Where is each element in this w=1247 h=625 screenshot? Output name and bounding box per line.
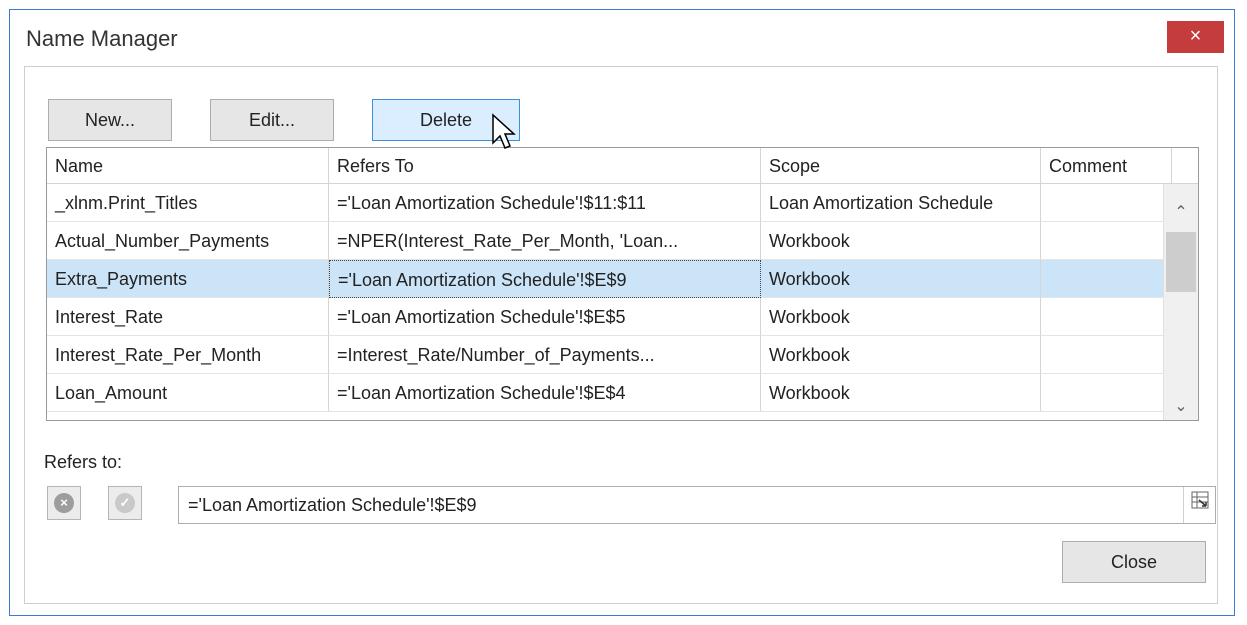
new-button[interactable]: New... [48,99,172,141]
mouse-pointer-icon [492,113,516,149]
cell-scope: Loan Amortization Schedule [761,184,1041,222]
cell-scope: Workbook [761,222,1041,260]
cell-refers-to: =NPER(Interest_Rate_Per_Month, 'Loan... [329,222,761,260]
collapse-dialog-button[interactable] [1183,487,1216,523]
cell-comment [1041,260,1172,298]
cell-name: Interest_Rate [47,298,329,336]
table-row[interactable]: Interest_Rate ='Loan Amortization Schedu… [47,298,1172,336]
column-header-comment[interactable]: Comment [1041,148,1172,184]
close-button[interactable]: Close [1062,541,1206,583]
table-row[interactable]: Interest_Rate_Per_Month =Interest_Rate/N… [47,336,1172,374]
cell-name: Loan_Amount [47,374,329,412]
cell-scope: Workbook [761,260,1041,298]
close-window-button[interactable]: × [1167,21,1224,53]
table-header: Name Refers To Scope Comment [47,148,1198,184]
column-header-scope[interactable]: Scope [761,148,1041,184]
range-select-icon [1191,491,1209,509]
refers-to-input[interactable]: ='Loan Amortization Schedule'!$E$9 [178,486,1216,524]
vertical-scrollbar[interactable]: ⌃ ⌄ [1163,184,1198,420]
cell-refers-to: ='Loan Amortization Schedule'!$E$4 [329,374,761,412]
cell-name: Extra_Payments [47,260,329,298]
table-row-selected[interactable]: Extra_Payments ='Loan Amortization Sched… [47,260,1172,298]
cell-comment [1041,336,1172,374]
cell-name: Interest_Rate_Per_Month [47,336,329,374]
cell-refers-to: ='Loan Amortization Schedule'!$E$9 [329,260,761,298]
close-icon: × [1189,25,1202,47]
names-table: Name Refers To Scope Comment _xlnm.Print… [46,147,1199,421]
table-row[interactable]: Actual_Number_Payments =NPER(Interest_Ra… [47,222,1172,260]
confirm-edit-button[interactable]: ✓ [108,486,142,520]
cell-scope: Workbook [761,374,1041,412]
table-row[interactable]: _xlnm.Print_Titles ='Loan Amortization S… [47,184,1172,222]
cell-scope: Workbook [761,298,1041,336]
cell-comment [1041,222,1172,260]
cell-refers-to: ='Loan Amortization Schedule'!$11:$11 [329,184,761,222]
check-icon: ✓ [115,493,135,513]
refers-to-value: ='Loan Amortization Schedule'!$E$9 [188,495,477,515]
column-header-refers-to[interactable]: Refers To [329,148,761,184]
edit-button[interactable]: Edit... [210,99,334,141]
cell-refers-to: ='Loan Amortization Schedule'!$E$5 [329,298,761,336]
cell-comment [1041,298,1172,336]
cancel-icon: × [54,493,74,513]
cell-comment [1041,374,1172,412]
scroll-thumb[interactable] [1166,232,1196,292]
cell-name: _xlnm.Print_Titles [47,184,329,222]
refers-to-label: Refers to: [44,452,123,472]
cell-name: Actual_Number_Payments [47,222,329,260]
name-manager-dialog: Name Manager × New... Edit... Delete Nam… [9,9,1235,616]
scroll-up-icon[interactable]: ⌃ [1164,202,1198,222]
table-row[interactable]: Loan_Amount ='Loan Amortization Schedule… [47,374,1172,412]
cell-scope: Workbook [761,336,1041,374]
column-header-name[interactable]: Name [47,148,329,184]
cell-comment [1041,184,1172,222]
cancel-edit-button[interactable]: × [47,486,81,520]
dialog-title: Name Manager [26,26,178,51]
scroll-down-icon[interactable]: ⌄ [1164,396,1198,416]
cell-refers-to: =Interest_Rate/Number_of_Payments... [329,336,761,374]
